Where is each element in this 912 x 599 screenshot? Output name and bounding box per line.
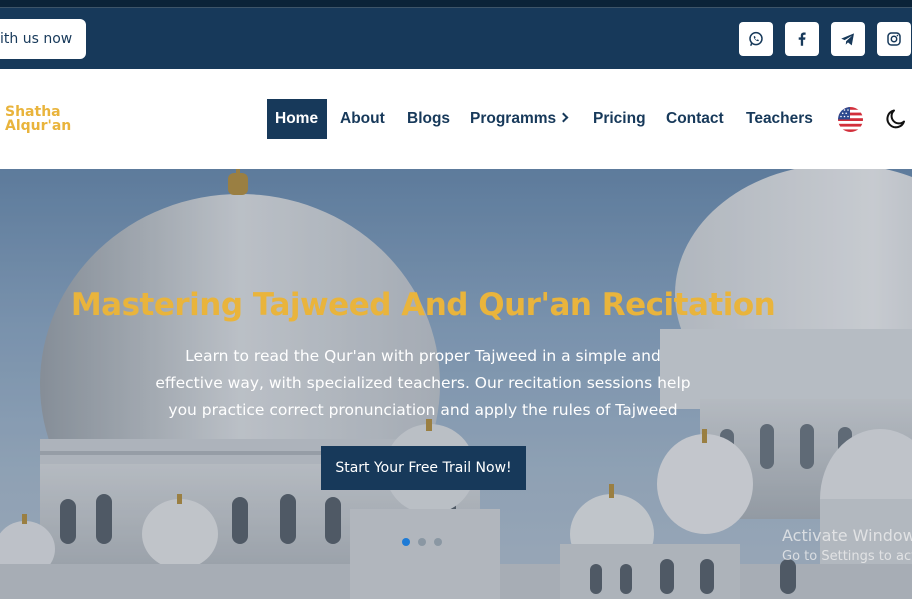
nav-blogs[interactable]: Blogs — [407, 99, 450, 139]
watermark-line-1: Activate Windows — [782, 526, 912, 545]
hero-description-line: effective way, with specialized teachers… — [155, 374, 691, 392]
hero-title: Mastering Tajweed And Qur'an Recitation — [70, 287, 776, 323]
logo-line-2: Alqur'an — [5, 118, 72, 134]
nav-home[interactable]: Home — [267, 99, 327, 139]
start-free-trial-button[interactable]: Start Your Free Trail Now! — [321, 446, 526, 490]
us-flag-icon[interactable] — [838, 107, 863, 132]
carousel-dot-3[interactable] — [434, 538, 442, 546]
nav-pricing[interactable]: Pricing — [593, 99, 646, 139]
nav-teachers[interactable]: Teachers — [746, 99, 813, 139]
site-logo[interactable]: Shatha Alqur'an — [5, 105, 95, 133]
hero-section: Mastering Tajweed And Qur'an Recitation … — [0, 169, 912, 599]
browser-top-strip — [0, 0, 912, 8]
logo-line-1: Shatha — [5, 104, 61, 120]
nav-programms-label: Programms — [470, 110, 557, 127]
nav-about[interactable]: About — [340, 99, 385, 139]
telegram-icon[interactable] — [831, 22, 865, 56]
top-bar: ith us now — [0, 8, 912, 69]
nav-contact[interactable]: Contact — [666, 99, 724, 139]
nav-programms[interactable]: Programms — [470, 99, 569, 139]
main-navbar: Shatha Alqur'an Home About Blogs Program… — [0, 69, 912, 169]
whatsapp-icon[interactable] — [739, 22, 773, 56]
carousel-dot-2[interactable] — [418, 538, 426, 546]
hero-description-line: Learn to read the Qur'an with proper Taj… — [185, 347, 661, 365]
carousel-dot-1[interactable] — [402, 538, 410, 546]
moon-icon[interactable] — [884, 107, 908, 131]
watermark-line-2: Go to Settings to activate Windows. — [782, 549, 912, 564]
contact-us-button[interactable]: ith us now — [0, 19, 86, 59]
carousel-indicators — [402, 538, 442, 546]
hero-description: Learn to read the Qur'an with proper Taj… — [138, 343, 708, 424]
chevron-right-icon — [558, 112, 569, 123]
facebook-icon[interactable] — [785, 22, 819, 56]
instagram-icon[interactable] — [877, 22, 911, 56]
windows-activation-watermark: Activate Windows Go to Settings to activ… — [782, 526, 912, 564]
hero-description-line: you practice correct pronunciation and a… — [168, 401, 678, 419]
